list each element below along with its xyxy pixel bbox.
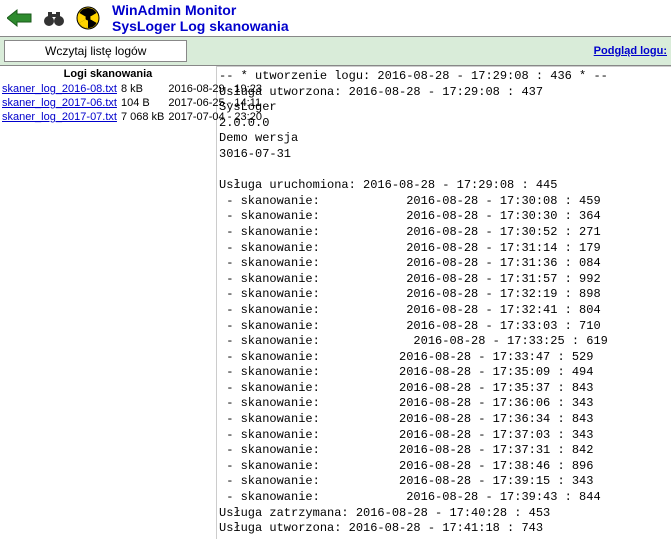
log-file-link[interactable]: skaner_log_2017-07.txt [2,111,117,123]
preview-log-link[interactable]: Podgląd logu: [594,45,667,57]
radiation-icon[interactable] [74,6,102,30]
back-button[interactable] [6,6,34,30]
toolbar: Wczytaj listę logów Podgląd logu: [0,36,671,66]
log-list-header: Logi skanowania [0,66,216,82]
log-size: 7 068 kB [119,110,166,124]
app-subtitle: SysLoger Log skanowania [112,18,289,34]
log-list-panel: Logi skanowania skaner_log_2016-08.txt8 … [0,66,217,539]
header-bar: WinAdmin Monitor SysLoger Log skanowania [0,0,671,36]
log-content-viewer: -- * utworzenie logu: 2016-08-28 - 17:29… [217,66,671,539]
log-file-link[interactable]: skaner_log_2016-08.txt [2,83,117,95]
log-size: 104 B [119,96,166,110]
app-title: WinAdmin Monitor [112,2,289,18]
content-area: Logi skanowania skaner_log_2016-08.txt8 … [0,66,671,539]
title-block: WinAdmin Monitor SysLoger Log skanowania [112,2,289,34]
load-logs-button[interactable]: Wczytaj listę logów [4,40,187,62]
binoculars-icon[interactable] [40,6,68,30]
log-file-link[interactable]: skaner_log_2017-06.txt [2,97,117,109]
log-size: 8 kB [119,82,166,96]
